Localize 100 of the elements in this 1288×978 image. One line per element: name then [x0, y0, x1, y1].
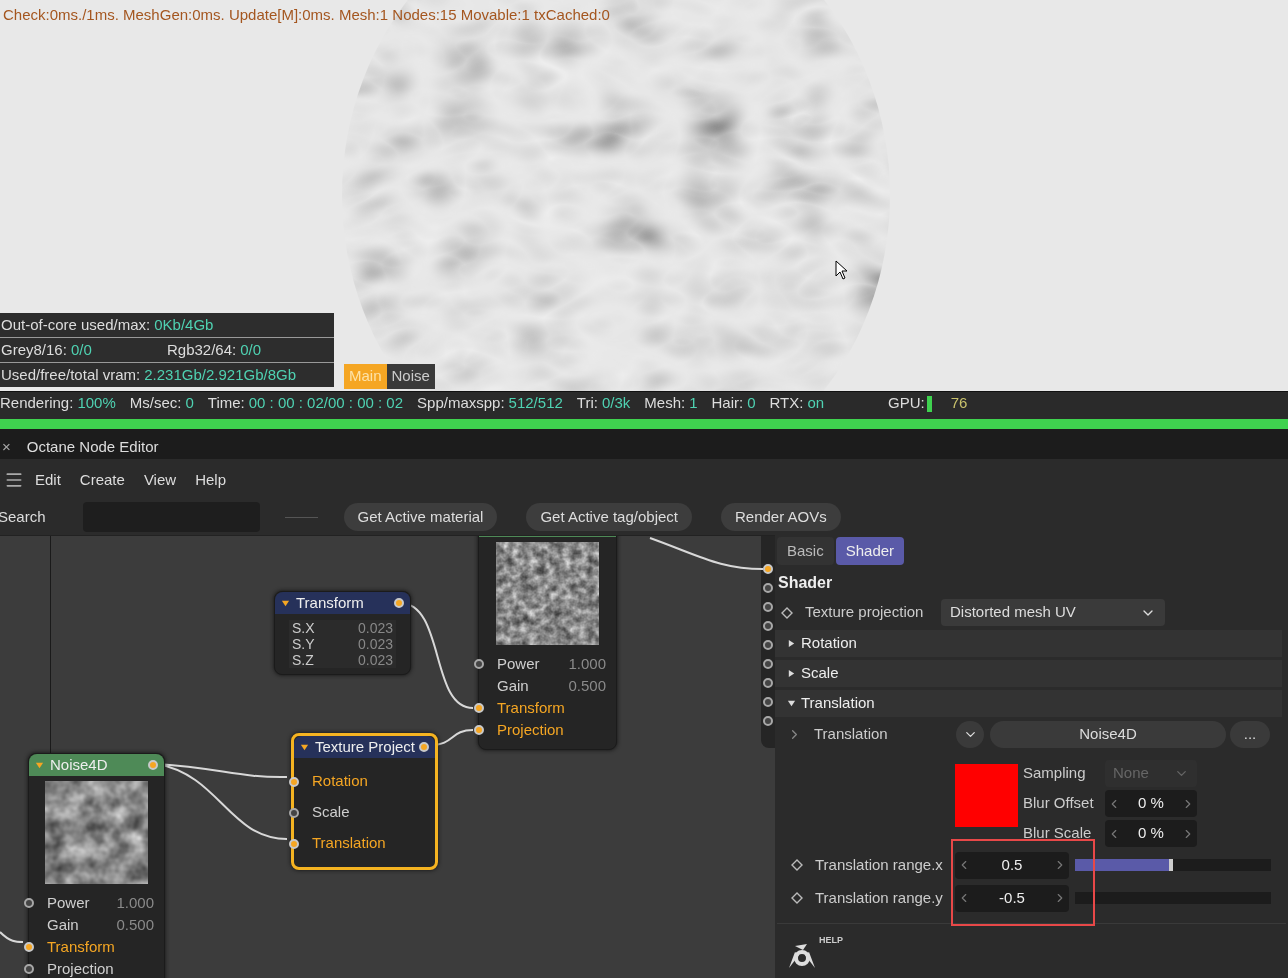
number-stepper[interactable]: 0 % [1105, 790, 1197, 817]
status-label: Time: [207, 393, 245, 414]
group-header[interactable]: Rotation [775, 630, 1282, 657]
status-label: Mesh: [644, 393, 686, 414]
status-value: 100% [77, 393, 116, 414]
socket-icon[interactable] [24, 942, 34, 952]
input-label: Transform [497, 697, 565, 718]
socket-icon[interactable] [763, 659, 773, 669]
input-label: Scale [312, 802, 350, 823]
stat-value: 0/0 [70, 339, 92, 360]
slider-track[interactable] [1075, 892, 1271, 904]
viewport-tab[interactable]: Noise [386, 364, 435, 389]
status-label: Ms/sec: [129, 393, 182, 414]
keyframe-icon[interactable] [791, 892, 803, 904]
socket-icon[interactable] [289, 838, 299, 849]
socket-icon[interactable] [419, 742, 429, 752]
keyframe-icon[interactable] [781, 606, 793, 619]
socket-icon[interactable] [763, 640, 773, 650]
socket-icon[interactable] [763, 564, 773, 574]
stat-label: Out-of-core used/max: [1, 314, 151, 335]
render-viewport[interactable]: Check:0ms./1ms. MeshGen:0ms. Update[M]:0ms. Mesh:1 Nodes:15 Movable:1 txCached:0 Out-of-core used/max: 0Kb/4Gb Grey8/16: 0/0 Rgb32/64: 0/0 Used/free/total vram: 2.231Gb/2.921Gb/8Gb Main Noise [0, 0, 1288, 391]
socket-icon[interactable] [289, 776, 299, 787]
toolbar-button[interactable]: Render AOVs [721, 503, 841, 531]
socket-icon[interactable] [24, 964, 34, 974]
toolbar-button[interactable]: Get Active tag/object [526, 503, 692, 531]
status-label: Hair: [711, 393, 744, 414]
socket-icon[interactable] [763, 602, 773, 612]
node-title: Noise4D [50, 754, 108, 775]
input-value: 0.500 [568, 675, 606, 696]
number-stepper[interactable]: -0.5 [955, 884, 1069, 912]
input-value: 1.000 [116, 892, 154, 913]
expand-triangle-icon[interactable] [787, 699, 796, 708]
input-value: 0.500 [116, 914, 154, 935]
stat-value: 2.231Gb/2.921Gb/8Gb [144, 364, 296, 385]
keyframe-icon[interactable] [791, 859, 803, 871]
status-value: on [807, 393, 825, 414]
status-label: Rendering: [0, 393, 74, 414]
stat-label: Used/free/total vram: [1, 364, 141, 385]
socket-icon[interactable] [763, 621, 773, 631]
node-header[interactable]: Transform [275, 592, 410, 614]
expand-triangle-icon[interactable] [281, 598, 290, 608]
socket-icon[interactable] [474, 725, 484, 735]
status-value: 0 [747, 393, 756, 414]
slider-track[interactable] [1075, 859, 1271, 871]
status-label: GPU: [888, 393, 925, 414]
status-value: 76 [950, 393, 968, 414]
status-value: 0/3k [601, 393, 631, 414]
section-heading: Shader [778, 573, 834, 593]
menu-item[interactable]: Help [195, 468, 226, 492]
more-button[interactable]: ... [1230, 720, 1270, 748]
render-info-line: Check:0ms./1ms. MeshGen:0ms. Update[M]:0ms. Mesh:1 Nodes:15 Movable:1 txCached:0 [3, 5, 610, 25]
param-label: Translation [814, 723, 889, 744]
socket-icon[interactable] [474, 703, 484, 713]
socket-icon[interactable] [289, 807, 299, 818]
node-header[interactable]: Texture Project [294, 736, 435, 758]
number-stepper[interactable]: 0.5 [955, 851, 1069, 879]
group-header[interactable]: Scale [775, 660, 1282, 687]
param-label: Blur Scale [1023, 823, 1093, 844]
input-label: Projection [497, 719, 564, 740]
help-label[interactable]: HELP [819, 934, 843, 948]
param-label: Sampling [1023, 763, 1087, 784]
collapse-triangle-icon[interactable] [787, 639, 796, 648]
input-label: Translation [312, 833, 386, 854]
close-button[interactable]: × [2, 435, 11, 459]
inspector-tab[interactable]: Shader [835, 537, 905, 565]
socket-icon[interactable] [763, 583, 773, 593]
node-card[interactable]: Texture Project Rotation Scale Translation [291, 733, 438, 870]
menu-icon[interactable] [4, 470, 24, 490]
socket-icon[interactable] [763, 697, 773, 707]
param-label: Texture projection [805, 602, 925, 623]
window-title: Octane Node Editor [26, 436, 159, 457]
node-card[interactable]: Transform S.X 0.023 S.Y 0.023 S.Z 0.023 [274, 591, 411, 675]
status-value: 1 [689, 393, 698, 414]
input-label: Transform [47, 936, 115, 957]
input-label: Rotation [312, 771, 368, 792]
menu-item[interactable]: Create [79, 468, 125, 492]
inspector-tab[interactable]: Basic [777, 537, 834, 565]
param-label: Translation range.y [815, 887, 944, 908]
projection-dropdown[interactable]: Distorted mesh UV [941, 599, 1165, 626]
wire [0, 931, 24, 943]
node-canvas[interactable]: Power 1.000 Gain 0.500 Transform Projection Transform S.X 0.023 S.Y 0.023 S.Z 0.023 Texture Project Rotation Scale Translation Noise4D Power 1.000 Gain 0.500 Transform Projection [0, 535, 775, 978]
socket-icon[interactable] [763, 716, 773, 726]
menu-item[interactable]: View [143, 468, 177, 492]
slider-handle[interactable] [1169, 859, 1173, 871]
node-title: Transform [296, 592, 364, 613]
stat-value: 0/0 [240, 339, 262, 360]
socket-icon[interactable] [474, 659, 484, 669]
toolbar-button[interactable]: Get Active material [343, 503, 498, 531]
menu-item[interactable]: Edit [35, 468, 61, 492]
group-header[interactable]: Translation [775, 690, 1282, 717]
collapse-triangle-icon[interactable] [787, 669, 796, 678]
number-stepper[interactable]: 0 % [1105, 820, 1197, 847]
linked-node-button[interactable]: Noise4D [990, 720, 1226, 748]
socket-icon[interactable] [763, 678, 773, 688]
socket-icon[interactable] [24, 898, 34, 908]
socket-icon[interactable] [394, 598, 404, 608]
status-value: 512/512 [508, 393, 563, 414]
node-menu-button[interactable] [956, 720, 984, 748]
mouse-cursor-icon [835, 260, 848, 280]
expand-triangle-icon[interactable] [300, 742, 309, 752]
